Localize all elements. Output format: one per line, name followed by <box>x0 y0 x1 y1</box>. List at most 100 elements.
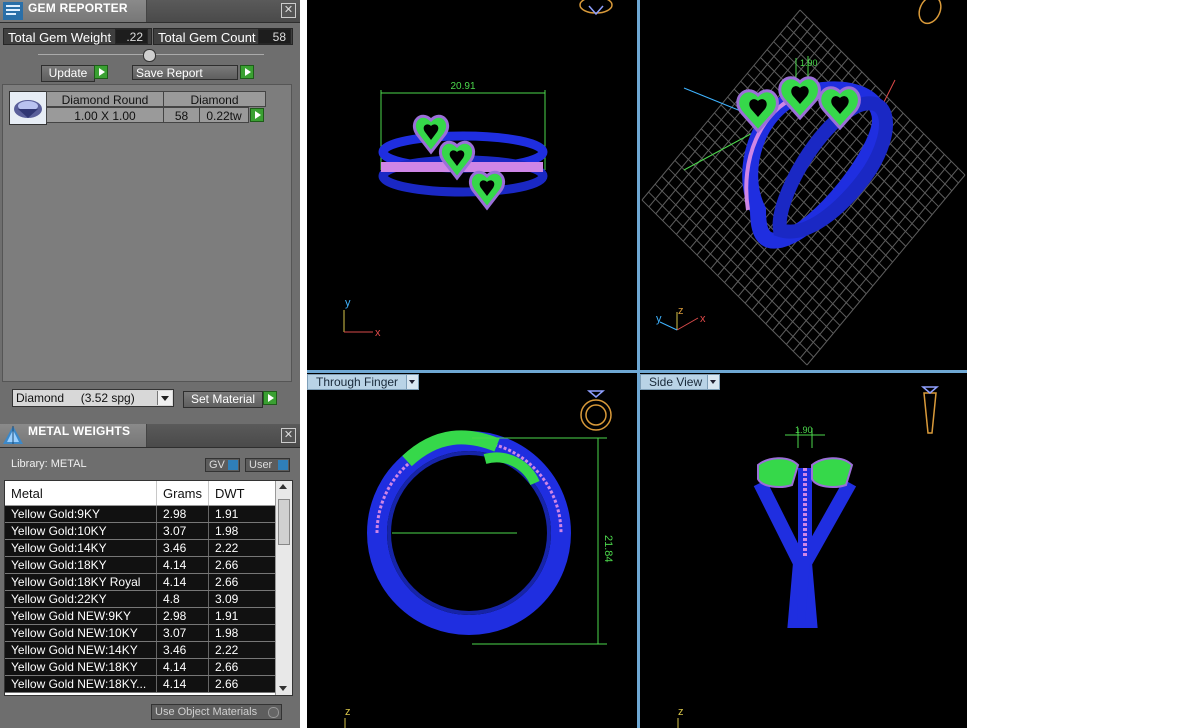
material-dropdown[interactable]: Diamond (3.52 spg) <box>12 389 174 407</box>
table-row[interactable]: Yellow Gold:18KY 4.14 2.66 <box>5 556 277 574</box>
dwt-cell: 2.22 <box>208 539 277 557</box>
grams-cell: 4.14 <box>156 556 209 574</box>
perspective-view-canvas: 1.90 y z x <box>641 0 966 366</box>
use-object-materials-toggle[interactable]: Use Object Materials <box>151 704 282 720</box>
metal-name-cell: Yellow Gold NEW:14KY <box>5 641 157 659</box>
ring-top-model <box>378 114 548 211</box>
metal-name-cell: Yellow Gold:10KY <box>5 522 157 540</box>
table-row[interactable]: Yellow Gold:14KY 3.46 2.22 <box>5 539 277 557</box>
dwt-cell: 1.98 <box>208 624 277 642</box>
table-row[interactable]: Yellow Gold NEW:10KY 3.07 1.98 <box>5 624 277 642</box>
use-object-materials-label: Use Object Materials <box>155 706 258 718</box>
table-row[interactable]: Yellow Gold NEW:18KY... 4.14 2.66 <box>5 675 277 693</box>
metal-name-cell: Yellow Gold NEW:18KY... <box>5 675 157 693</box>
left-panel: GEM REPORTER ✕ Total Gem Weight .22 Tota… <box>0 0 300 728</box>
metal-table: Metal Grams DWT Yellow Gold:9KY 2.98 1.91 Y… <box>5 481 277 693</box>
scroll-up-icon[interactable] <box>279 484 287 489</box>
radio-icon <box>268 707 279 718</box>
axis-indicator <box>343 310 373 333</box>
dwt-cell: 2.22 <box>208 641 277 659</box>
side-dimension-value: 1.90 <box>795 425 813 435</box>
gv-label: GV <box>209 459 225 471</box>
grams-cell: 3.46 <box>156 641 209 659</box>
metal-table-scrollbar[interactable] <box>275 481 292 695</box>
close-icon[interactable]: ✕ <box>281 428 296 443</box>
ring-preview-icon <box>918 0 942 25</box>
grid-line <box>799 167 959 359</box>
ring-preview-icon <box>580 390 612 431</box>
diamond-round-thumbnail[interactable] <box>9 91 47 125</box>
gem-material-header: Diamond <box>163 91 266 107</box>
user-toggle[interactable]: User <box>245 458 290 472</box>
front-height-value: 21.84 <box>602 535 614 563</box>
gem-reporter-icon <box>3 2 23 20</box>
round-diamond-icon <box>14 100 42 118</box>
viewport-side[interactable]: Side View 1.90 z <box>640 373 967 728</box>
dwt-column-header[interactable]: DWT <box>208 481 277 506</box>
dwt-cell: 2.66 <box>208 658 277 676</box>
close-icon[interactable]: ✕ <box>281 3 296 18</box>
top-width-value: 20.91 <box>450 81 475 92</box>
panel-splitter[interactable] <box>300 0 307 728</box>
table-row[interactable]: Yellow Gold:18KY Royal 4.14 2.66 <box>5 573 277 591</box>
user-indicator <box>278 460 288 470</box>
grams-cell: 4.14 <box>156 658 209 676</box>
metal-weights-tab: METAL WEIGHTS <box>0 424 147 447</box>
axis-y-label: y <box>656 313 662 325</box>
top-view-canvas: 20.91 y x <box>343 0 613 339</box>
set-material-button[interactable]: Set Material <box>183 391 263 408</box>
gem-weight: 0.22tw <box>199 107 249 123</box>
gem-type-header: Diamond Round <box>46 91 164 107</box>
metal-name-cell: Yellow Gold:9KY <box>5 505 157 523</box>
scroll-down-icon[interactable] <box>279 686 287 691</box>
metal-name-cell: Yellow Gold:18KY <box>5 556 157 574</box>
dwt-cell: 1.91 <box>208 505 277 523</box>
gem-size-slider-handle[interactable] <box>143 49 156 62</box>
update-arrow-icon[interactable] <box>94 65 108 79</box>
chevron-down-icon[interactable] <box>157 391 172 405</box>
ring-front-model <box>367 430 571 635</box>
gem-reporter-titlebar[interactable]: GEM REPORTER ✕ <box>0 0 300 23</box>
metal-name-cell: Yellow Gold:18KY Royal <box>5 573 157 591</box>
grams-cell: 4.14 <box>156 573 209 591</box>
set-material-arrow-icon[interactable] <box>263 391 277 405</box>
grams-cell: 3.07 <box>156 624 209 642</box>
grams-cell: 4.14 <box>156 675 209 693</box>
grams-cell: 2.98 <box>156 505 209 523</box>
metal-column-header[interactable]: Metal <box>5 481 157 506</box>
table-row[interactable]: Yellow Gold:10KY 3.07 1.98 <box>5 522 277 540</box>
table-row[interactable]: Yellow Gold NEW:18KY 4.14 2.66 <box>5 658 277 676</box>
metal-name-cell: Yellow Gold:22KY <box>5 590 157 608</box>
save-report-button[interactable]: Save Report <box>132 65 238 80</box>
table-row[interactable]: Yellow Gold:22KY 4.8 3.09 <box>5 590 277 608</box>
gem-reporter-title: GEM REPORTER <box>28 1 128 15</box>
metal-name-cell: Yellow Gold NEW:9KY <box>5 607 157 625</box>
grams-column-header[interactable]: Grams <box>156 481 209 506</box>
ring-side-model <box>753 457 857 628</box>
table-row[interactable]: Yellow Gold NEW:14KY 3.46 2.22 <box>5 641 277 659</box>
dwt-cell: 2.66 <box>208 675 277 693</box>
metal-name-cell: Yellow Gold NEW:10KY <box>5 624 157 642</box>
viewport-top[interactable]: 20.91 y x <box>307 0 637 370</box>
update-button[interactable]: Update <box>41 65 95 82</box>
viewport-front[interactable]: Through Finger 21.84 z <box>307 373 637 728</box>
side-view-canvas: 1.90 z <box>677 386 940 728</box>
metal-table-header: Metal Grams DWT <box>5 481 277 506</box>
front-view-canvas: 21.84 z <box>344 390 614 728</box>
gem-count: 58 <box>163 107 200 123</box>
metal-weights-titlebar[interactable]: METAL WEIGHTS ✕ <box>0 424 300 448</box>
scrollbar-thumb[interactable] <box>278 499 290 545</box>
ring-preview-icon <box>920 386 940 434</box>
dwt-cell: 2.66 <box>208 573 277 591</box>
gv-indicator <box>228 460 238 470</box>
table-row[interactable]: Yellow Gold NEW:9KY 2.98 1.91 <box>5 607 277 625</box>
axis-x-label: x <box>700 313 706 325</box>
table-row[interactable]: Yellow Gold:9KY 2.98 1.91 <box>5 505 277 523</box>
save-report-arrow-icon[interactable] <box>240 65 254 79</box>
viewport-perspective[interactable]: 1.90 y z x <box>640 0 967 370</box>
gem-row-arrow-icon[interactable] <box>250 108 264 122</box>
grid-line <box>792 160 952 352</box>
axis-z-label: z <box>345 706 351 718</box>
gv-toggle[interactable]: GV <box>205 458 240 472</box>
metal-weights-icon <box>3 426 23 444</box>
